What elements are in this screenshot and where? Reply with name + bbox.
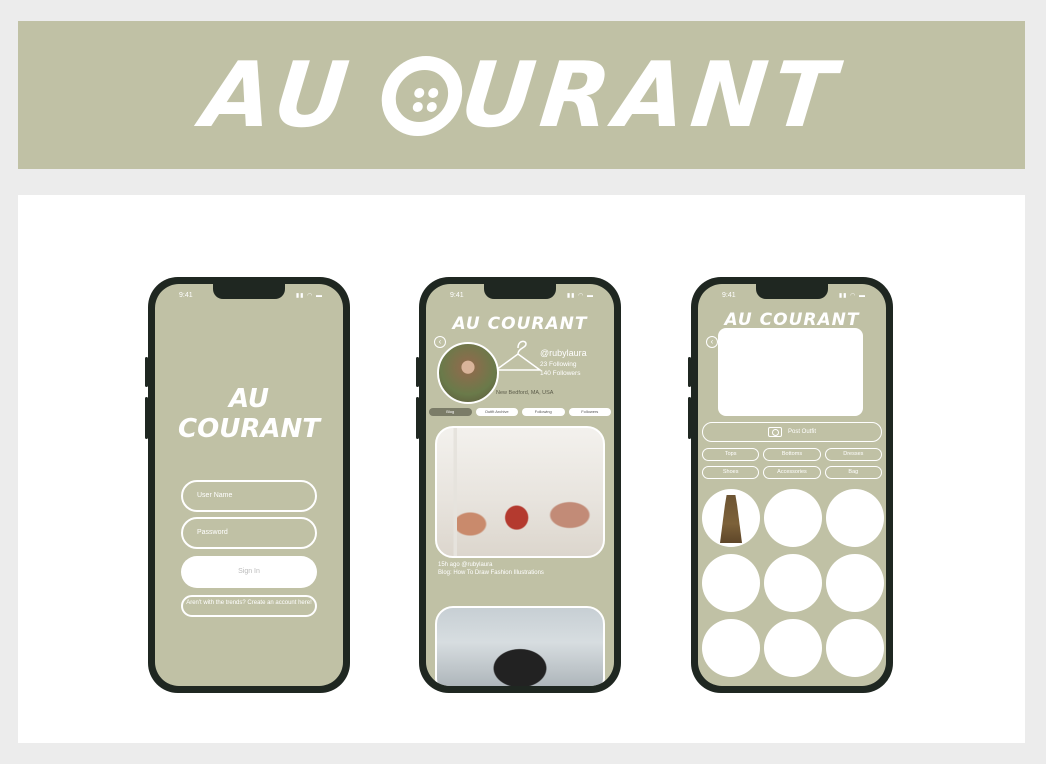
button-icon (377, 55, 466, 135)
closet-item[interactable] (764, 619, 822, 677)
post-image[interactable] (435, 426, 605, 558)
status-time: 9:41 (179, 292, 193, 299)
category-row: Tops Bottoms Dresses (702, 448, 882, 461)
phone-profile: 9:41 ▮▮ ◠ ▬ AU COURANT ‹ @rubylaura 23 F… (416, 277, 621, 693)
phone-login: 9:41 ▮▮ ◠ ▬ AU COURANT User Name Passwor… (145, 277, 350, 693)
avatar[interactable] (437, 342, 499, 404)
app-logo: AU COURANT (452, 314, 588, 334)
closet-grid (702, 489, 884, 677)
category-tops[interactable]: Tops (702, 448, 760, 461)
tab-followers[interactable]: Followers (568, 408, 611, 416)
post-image[interactable] (435, 606, 605, 686)
status-icons: ▮▮ ◠ ▬ (566, 293, 594, 299)
category-bag[interactable]: Bag (824, 466, 882, 479)
post-outfit-label: Post Outfit (787, 429, 816, 435)
closet-screen: 9:41 ▮▮ ◠ ▬ AU COURANT ‹ Post Outfit Top… (698, 284, 886, 686)
closet-item[interactable] (826, 619, 884, 677)
logo-line-2: COURANT (178, 414, 320, 444)
category-accessories[interactable]: Accessories (763, 466, 821, 479)
logo-line-1: AU (228, 384, 270, 414)
brand-banner: AU URANT (18, 21, 1025, 169)
closet-item[interactable] (702, 554, 760, 612)
category-row: Shoes Accessories Bag (702, 466, 882, 479)
closet-item[interactable] (702, 619, 760, 677)
username-input[interactable]: User Name (181, 480, 317, 512)
mockup-panel: 9:41 ▮▮ ◠ ▬ AU COURANT User Name Passwor… (18, 195, 1025, 743)
notch (756, 284, 828, 299)
profile-screen: 9:41 ▮▮ ◠ ▬ AU COURANT ‹ @rubylaura 23 F… (426, 284, 614, 686)
notch (484, 284, 556, 299)
profile-handle: @rubylaura (540, 348, 587, 358)
closet-item[interactable] (764, 489, 822, 547)
app-logo: AU COURANT (724, 310, 860, 330)
category-shoes[interactable]: Shoes (702, 466, 760, 479)
status-icons: ▮▮ ◠ ▬ (295, 293, 323, 299)
post-meta: 15h ago @rubylaura (438, 562, 493, 568)
closet-item[interactable] (826, 554, 884, 612)
photo-upload-area[interactable] (718, 328, 863, 416)
tab-outfit-archive[interactable]: Outfit Archive (475, 408, 518, 416)
create-account-link[interactable]: Aren't with the trends? Create an accoun… (181, 595, 317, 617)
tab-following[interactable]: Following (522, 408, 565, 416)
tab-blog[interactable]: Blog (429, 408, 472, 416)
back-arrow-icon[interactable]: ‹ (706, 336, 718, 348)
notch (213, 284, 285, 299)
status-icons: ▮▮ ◠ ▬ (838, 293, 866, 299)
login-screen: 9:41 ▮▮ ◠ ▬ AU COURANT User Name Passwor… (155, 284, 343, 686)
category-bottoms[interactable]: Bottoms (763, 448, 821, 461)
closet-item[interactable] (764, 554, 822, 612)
hanger-icon (493, 340, 543, 371)
sign-in-button[interactable]: Sign In (181, 556, 317, 588)
status-time: 9:41 (450, 292, 464, 299)
phone-closet: 9:41 ▮▮ ◠ ▬ AU COURANT ‹ Post Outfit Top… (688, 277, 893, 693)
dress-image (720, 495, 742, 543)
following-count[interactable]: 23 Following (540, 361, 577, 368)
profile-location: New Bedford, MA, USA (496, 390, 554, 396)
brand-logo: AU URANT (197, 42, 846, 148)
status-time: 9:41 (722, 292, 736, 299)
camera-icon (767, 427, 782, 437)
password-input[interactable]: Password (181, 517, 317, 549)
followers-count[interactable]: 140 Followers (540, 370, 580, 377)
closet-item[interactable] (826, 489, 884, 547)
category-dresses[interactable]: Dresses (824, 448, 882, 461)
back-arrow-icon[interactable]: ‹ (434, 336, 446, 348)
closet-item[interactable] (702, 489, 760, 547)
post-caption[interactable]: Blog: How To Draw Fashion Illustrations (438, 570, 544, 576)
post-outfit-button[interactable]: Post Outfit (702, 422, 882, 442)
profile-tabs: Blog Outfit Archive Following Followers (429, 408, 611, 416)
app-logo: AU COURANT (175, 384, 323, 444)
